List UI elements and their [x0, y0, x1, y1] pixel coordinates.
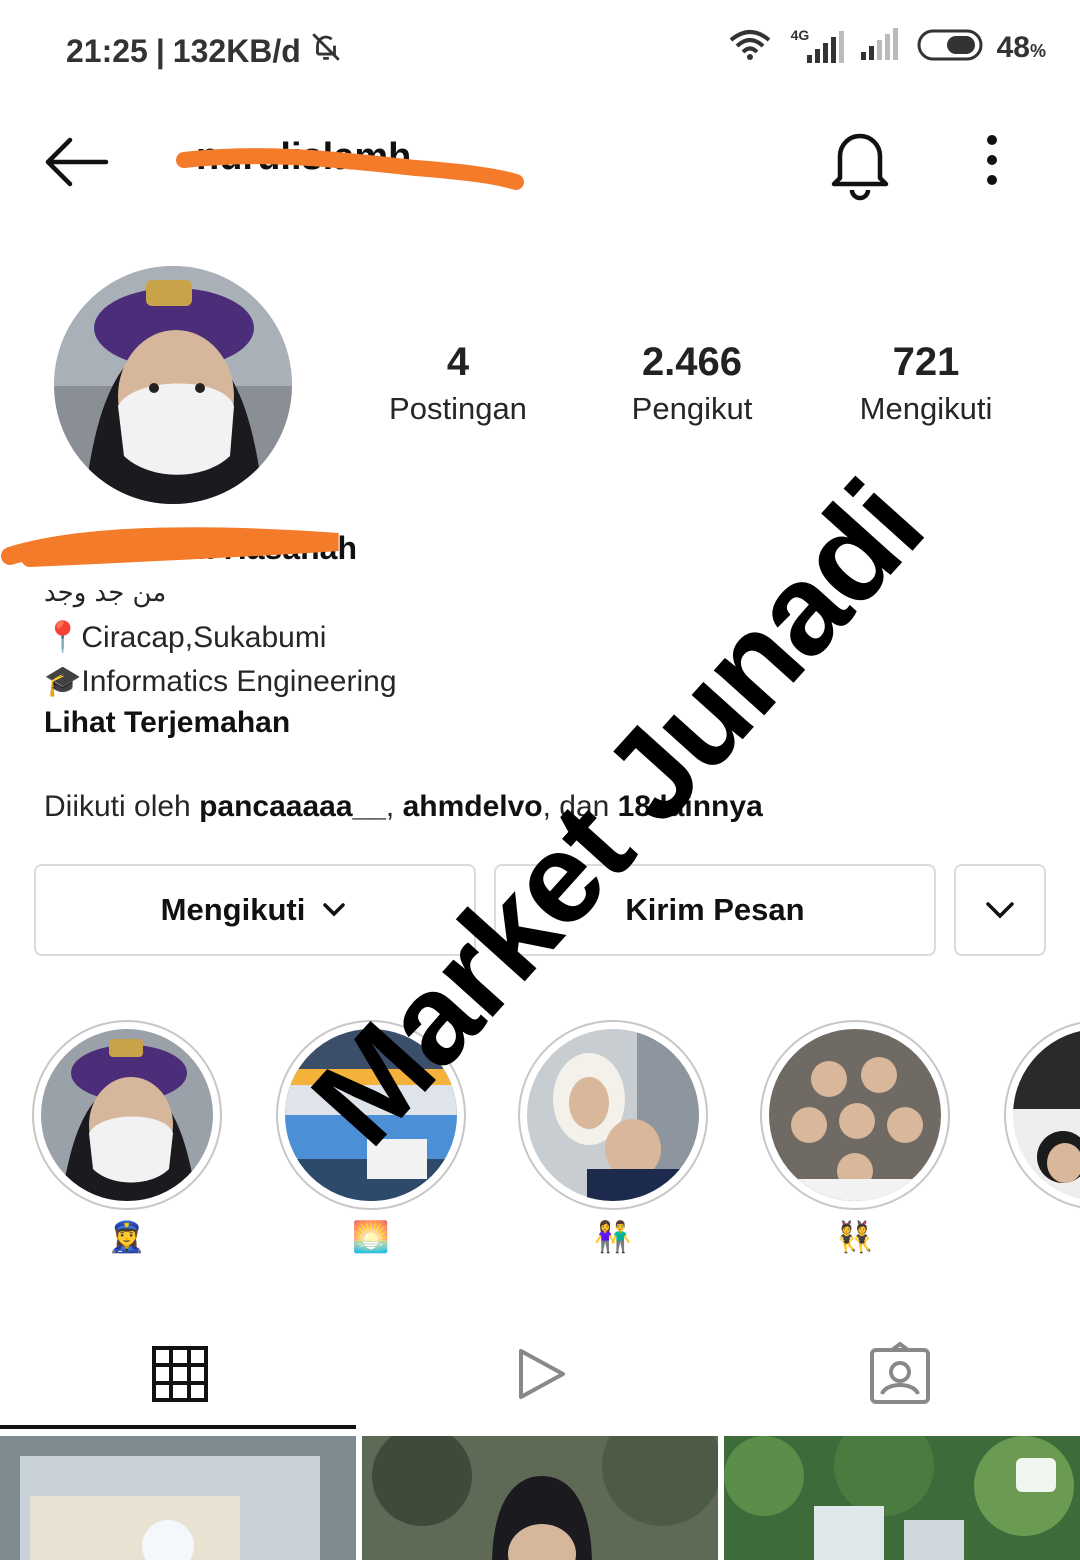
pin-icon: 📍	[44, 621, 82, 654]
stat-posts-count: 4	[446, 340, 470, 384]
highlight-cover	[527, 1029, 699, 1201]
play-icon	[519, 1349, 565, 1399]
highlight-ring	[32, 1020, 222, 1210]
tab-tagged[interactable]	[720, 1318, 1080, 1430]
profile-tabs	[0, 1318, 1080, 1430]
highlight-label: 👫	[594, 1221, 632, 1254]
message-button-label: Kirim Pesan	[625, 892, 805, 927]
highlight-ring	[276, 1020, 466, 1210]
status-left: 21:25 | 132KB/d	[66, 30, 343, 72]
post-thumbnail[interactable]	[362, 1436, 718, 1560]
tab-posts-grid[interactable]	[0, 1318, 360, 1430]
highlight-label: 👮‍♀️	[108, 1221, 146, 1254]
followed-by-mid: , dan	[542, 790, 618, 823]
story-highlight[interactable]: 👫	[518, 1020, 708, 1255]
see-translation-link[interactable]: Lihat Terjemahan	[44, 706, 290, 740]
bio-location: 📍Ciracap,Sukabumi	[44, 620, 326, 655]
more-vertical-icon	[987, 135, 997, 185]
stat-following-count: 721	[892, 340, 960, 384]
story-highlight[interactable]: 👮‍♀️	[32, 1020, 222, 1255]
tab-reels[interactable]	[360, 1318, 720, 1430]
highlight-cover	[1013, 1029, 1080, 1201]
status-time: 21:25	[66, 32, 148, 69]
stat-followers-count: 2.466	[641, 340, 743, 384]
stat-following-label: Mengikuti	[859, 391, 993, 426]
profile-avatar[interactable]	[54, 266, 292, 504]
battery-value: 48	[996, 30, 1030, 64]
status-bar: 21:25 | 132KB/d 4G 48%	[0, 0, 1080, 100]
chevron-down-icon	[323, 903, 346, 917]
stat-followers-label: Pengikut	[631, 391, 753, 426]
bio-location-text: Ciracap,Sukabumi	[81, 621, 327, 654]
highlight-cover	[285, 1029, 457, 1201]
redaction-scribble	[176, 148, 524, 190]
status-speed: 132KB/d	[172, 32, 301, 69]
stat-following[interactable]: 721 Mengikuti	[816, 340, 1036, 427]
highlight-label: 👯	[836, 1221, 874, 1254]
post-thumbnail[interactable]	[724, 1436, 1080, 1560]
highlight-label: 🌅	[352, 1221, 390, 1254]
story-highlight[interactable]: 👯	[760, 1020, 950, 1255]
arrow-left-icon	[45, 137, 109, 187]
signal-4g-icon: 4G	[787, 27, 845, 65]
bio-education-text: Informatics Engineering	[81, 665, 397, 698]
highlight-ring	[760, 1020, 950, 1210]
highlight-cover	[769, 1029, 941, 1201]
chevron-down-icon	[986, 902, 1014, 919]
follower-1[interactable]: pancaaaaa__	[199, 790, 386, 823]
stat-followers[interactable]: 2.466 Pengikut	[582, 340, 802, 427]
follower-2[interactable]: ahmdelvo	[403, 790, 543, 823]
post-thumbnail[interactable]	[0, 1436, 356, 1560]
stat-posts-label: Postingan	[389, 391, 527, 426]
wifi-icon	[727, 28, 773, 67]
graduation-cap-icon: 🎓	[44, 665, 82, 698]
status-separator: |	[155, 32, 165, 69]
notification-bell-button[interactable]	[826, 122, 894, 202]
followed-by-prefix: Diikuti oleh	[44, 790, 200, 823]
back-button[interactable]	[40, 132, 112, 192]
battery-icon	[917, 29, 983, 66]
message-button[interactable]: Kirim Pesan	[494, 864, 936, 956]
battery-percent: 48%	[997, 31, 1046, 65]
battery-unit: %	[1029, 40, 1046, 61]
highlight-ring	[518, 1020, 708, 1210]
followed-by[interactable]: Diikuti oleh pancaaaaa__, ahmdelvo, dan …	[44, 790, 763, 824]
grid-icon	[152, 1346, 208, 1402]
signal-icon	[859, 28, 903, 67]
profile-header: nurulislamh	[0, 110, 1080, 210]
status-right: 4G 48%	[727, 27, 1046, 67]
following-button[interactable]: Mengikuti	[34, 864, 476, 956]
bell-icon	[831, 133, 889, 201]
story-highlight[interactable]: 🌅	[276, 1020, 466, 1255]
tagged-icon	[870, 1342, 930, 1404]
stat-posts[interactable]: 4 Postingan	[348, 340, 568, 427]
active-tab-indicator	[0, 1425, 356, 1429]
following-button-label: Mengikuti	[160, 892, 306, 927]
suggested-accounts-button[interactable]	[954, 864, 1046, 956]
highlight-ring	[1004, 1020, 1080, 1210]
followed-by-others[interactable]: 18 lainnya	[618, 790, 763, 823]
redaction-scribble-name	[1, 527, 339, 567]
more-options-button[interactable]	[972, 130, 1012, 194]
story-highlight[interactable]	[1004, 1020, 1080, 1220]
bio-education: 🎓Informatics Engineering	[44, 664, 397, 699]
bio-motto: من جد وجد	[44, 578, 167, 608]
followed-by-sep: ,	[385, 790, 403, 823]
bell-off-icon	[309, 30, 343, 72]
highlight-cover	[41, 1029, 213, 1201]
